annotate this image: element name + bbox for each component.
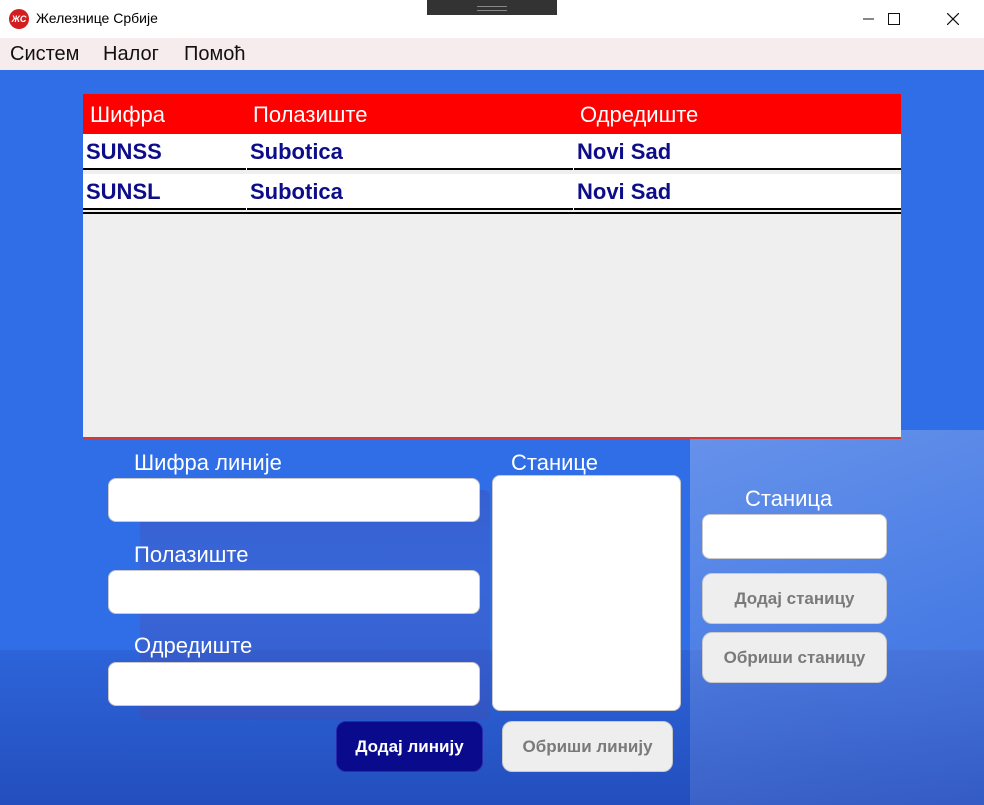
add-station-button[interactable]: Додај станицу [702,573,887,624]
cell-code: SUNSS [83,134,246,170]
row-divider [83,212,901,214]
main-content: Шифра Полазиште Одредиште SUNSS Subotica… [0,70,984,805]
snap-grip-handle[interactable] [427,0,557,15]
menu-system[interactable]: Систем [10,43,79,66]
menu-bar: Систем Налог Помоћ [0,38,984,70]
cell-destination: Novi Sad [574,134,901,170]
column-header-origin[interactable]: Полазиште [253,102,367,128]
table-header: Шифра Полазиште Одредиште [83,94,901,134]
add-line-button[interactable]: Додај линију [336,721,483,772]
maximize-icon [888,13,900,25]
table-row[interactable]: SUNSL Subotica Novi Sad [83,174,901,210]
code-input[interactable] [108,478,480,522]
stations-label: Станице [511,450,598,475]
destination-label: Одредиште [134,633,253,658]
window-title: Железнице Србије [36,10,158,26]
code-label: Шифра линије [134,450,282,475]
close-button[interactable] [928,0,978,38]
menu-account[interactable]: Налог [103,43,159,66]
origin-label: Полазиште [134,542,249,567]
table-row[interactable]: SUNSS Subotica Novi Sad [83,134,901,170]
column-header-code[interactable]: Шифра [90,102,165,128]
maximize-button[interactable] [869,0,919,38]
delete-station-button[interactable]: Обриши станицу [702,632,887,683]
cell-code: SUNSL [83,174,246,210]
cell-destination: Novi Sad [574,174,901,210]
column-header-destination[interactable]: Одредиште [580,102,698,128]
close-icon [947,13,959,25]
title-bar: ЖС Железнице Србије [0,0,984,39]
srbija-rail-logo-icon: ЖС [9,9,29,29]
cell-origin: Subotica [247,174,573,210]
delete-line-button[interactable]: Обриши линију [502,721,673,772]
station-input[interactable] [702,514,887,559]
destination-input[interactable] [108,662,480,706]
origin-input[interactable] [108,570,480,614]
cell-origin: Subotica [247,134,573,170]
stations-list[interactable] [492,475,681,711]
lines-table[interactable]: Шифра Полазиште Одредиште SUNSS Subotica… [83,94,901,439]
menu-help[interactable]: Помоћ [184,43,246,66]
station-label: Станица [745,486,833,511]
